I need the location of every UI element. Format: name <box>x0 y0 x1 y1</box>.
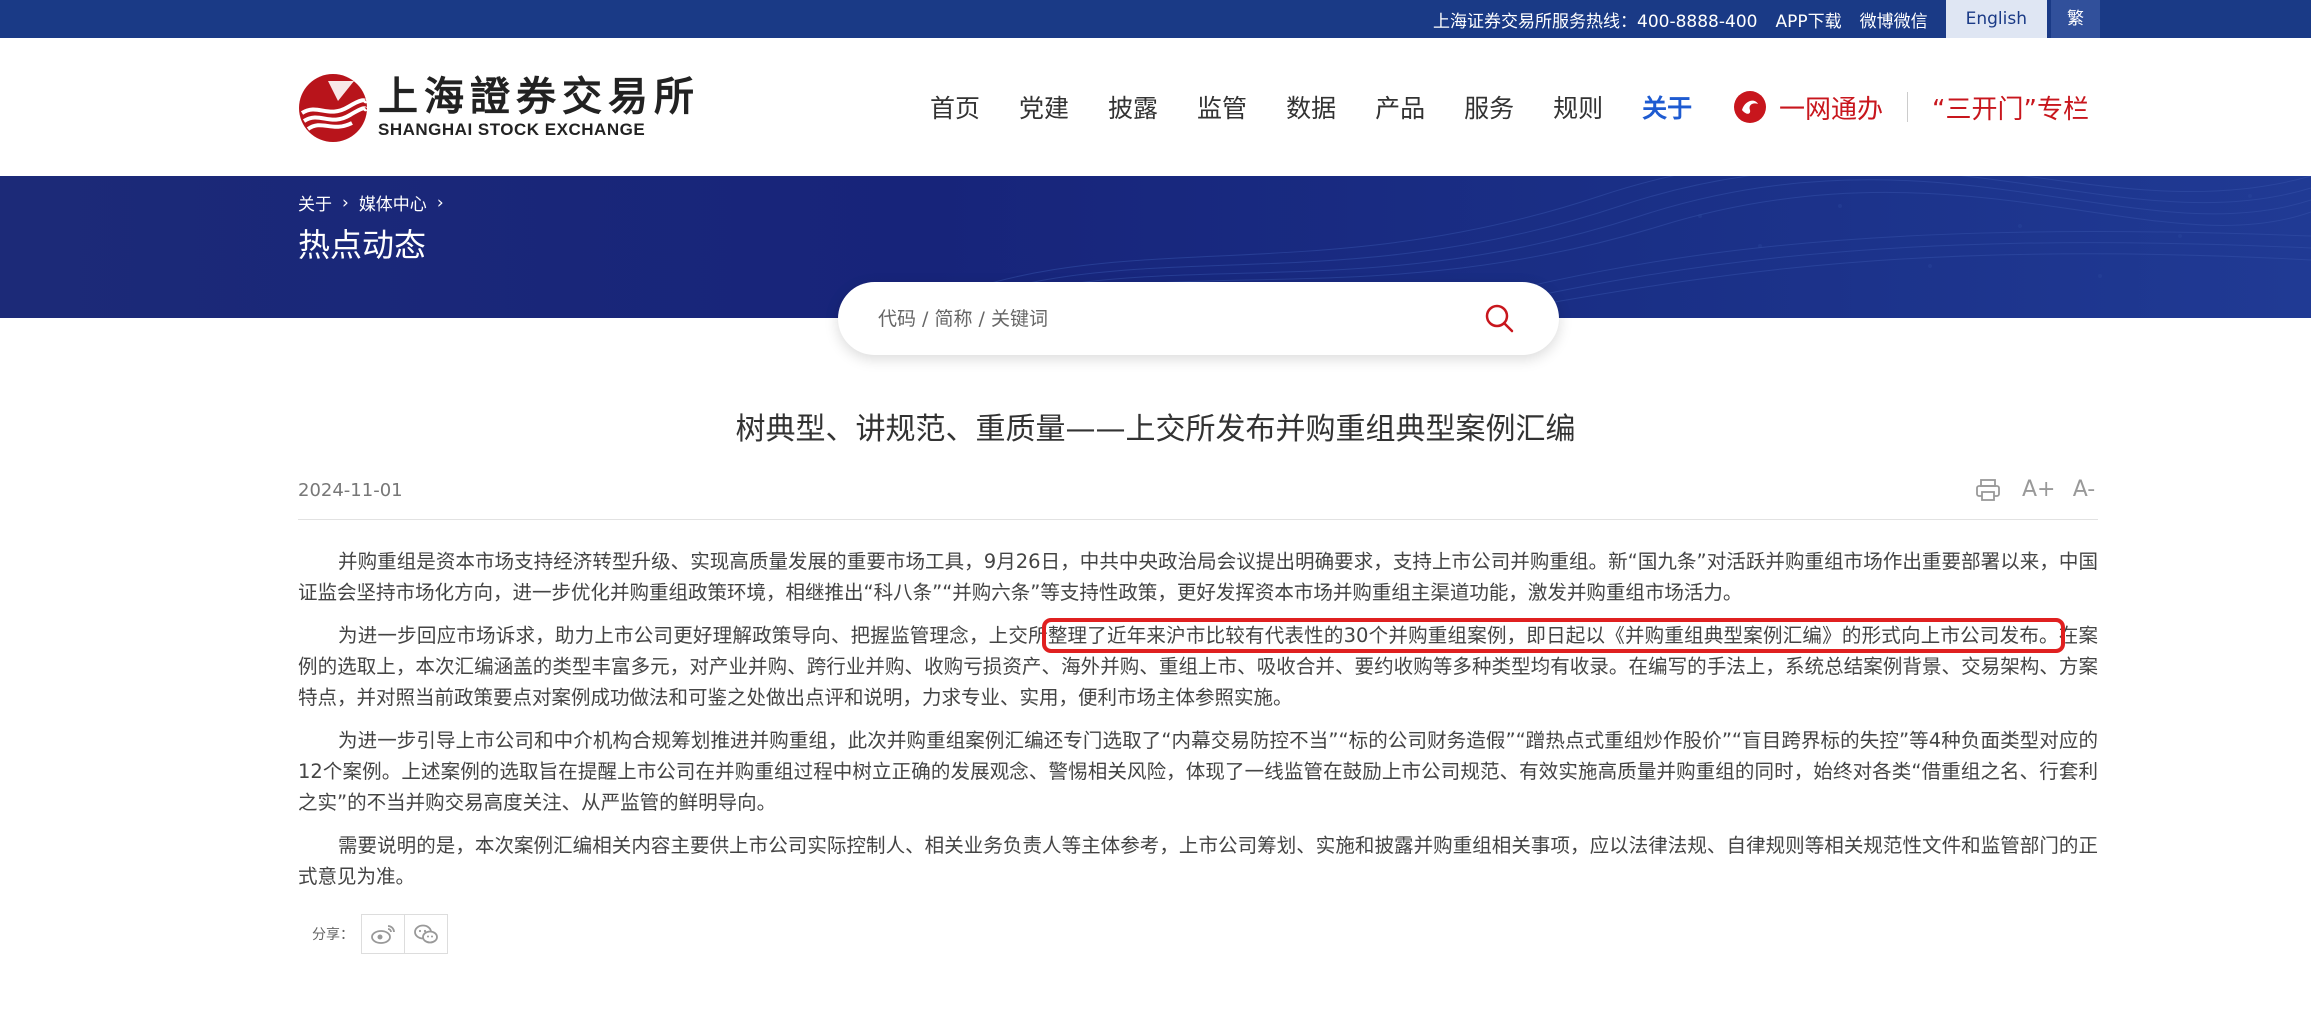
search-input[interactable] <box>878 307 1458 330</box>
font-increase-icon[interactable]: A+ <box>2022 476 2055 504</box>
search-icon[interactable] <box>1483 302 1515 334</box>
sankaimen-column-link[interactable]: “三开门”专栏 <box>1932 89 2089 126</box>
yiwang-label: 一网通办 <box>1779 94 1884 125</box>
article-body: 并购重组是资本市场支持经济转型升级、实现高质量发展的重要市场工具，9月26日，中… <box>298 546 2098 904</box>
yiwang-swirl-icon <box>1734 91 1767 123</box>
english-language-button[interactable]: English <box>1945 0 2047 38</box>
nav-item-party[interactable]: 党建 <box>1019 89 1069 125</box>
site-header: 上海證券交易所 SHANGHAI STOCK EXCHANGE 首页 党建 披露… <box>0 38 2311 176</box>
chevron-right-icon: › <box>436 192 444 213</box>
sse-emblem-icon <box>299 74 368 142</box>
weibo-weixin-link[interactable]: 微博微信 <box>1860 7 1928 32</box>
article-tools: A+ A- <box>1954 476 2098 504</box>
paragraph-2-lead: 为进一步回应市场诉求，助力上市公司更好理解政策导向、把握监管理念，上交所 <box>338 624 1048 647</box>
nav-item-data[interactable]: 数据 <box>1286 89 1336 125</box>
article-paragraph-4: 需要说明的是，本次案例汇编相关内容主要供上市公司实际控制人、相关业务负责人等主体… <box>298 834 2098 888</box>
weibo-icon <box>371 925 395 944</box>
breadcrumb-about[interactable]: 关于 <box>298 190 332 215</box>
article-paragraph-3: 为进一步引导上市公司和中介机构合规筹划推进并购重组，此次并购重组案例汇编还专门选… <box>298 729 2098 814</box>
wechat-share-button[interactable] <box>404 914 448 954</box>
search-box <box>838 282 1559 355</box>
breadcrumb: 关于 › 媒体中心 › <box>298 190 454 216</box>
header-divider <box>1907 92 1909 122</box>
nav-item-products[interactable]: 产品 <box>1375 89 1425 125</box>
article-paragraph-1: 并购重组是资本市场支持经济转型升级、实现高质量发展的重要市场工具，9月26日，中… <box>298 550 2098 604</box>
article-title: 树典型、讲规范、重质量——上交所发布并购重组典型案例汇编 <box>735 412 1576 447</box>
chevron-right-icon: › <box>342 192 349 213</box>
article-meta: 2024-11-01 A+ A- <box>298 472 2098 520</box>
publish-date: 2024-11-01 <box>298 480 403 501</box>
yiwang-tongban-link[interactable]: 一网通办 <box>1733 89 1883 126</box>
page-title: 热点动态 <box>298 226 427 264</box>
nav-item-home[interactable]: 首页 <box>930 89 980 125</box>
share-bar: 分享： <box>312 914 448 954</box>
logo-english-name: SHANGHAI STOCK EXCHANGE <box>378 120 646 139</box>
service-hotline: 上海证券交易所服务热线：400-8888-400 <box>1433 11 1758 32</box>
top-bar: 上海证券交易所服务热线：400-8888-400 APP下载 微博微信 Engl… <box>0 0 2311 38</box>
sse-logo[interactable]: 上海證券交易所 SHANGHAI STOCK EXCHANGE <box>298 72 700 144</box>
logo-chinese-name: 上海證券交易所 <box>378 73 700 120</box>
nav-item-regulation[interactable]: 监管 <box>1197 89 1247 125</box>
traditional-chinese-button[interactable]: 繁 <box>2051 0 2100 38</box>
main-nav: 首页 党建 披露 监管 数据 产品 服务 规则 关于 <box>930 38 1731 176</box>
article-paragraph-2: 为进一步回应市场诉求，助力上市公司更好理解政策导向、把握监管理念，上交所整理了近… <box>298 618 2098 713</box>
breadcrumb-media-center[interactable]: 媒体中心 <box>359 190 427 215</box>
nav-item-disclosure[interactable]: 披露 <box>1108 89 1158 125</box>
font-decrease-icon[interactable]: A- <box>2070 476 2098 504</box>
share-label: 分享： <box>312 927 354 943</box>
print-icon[interactable] <box>1974 476 2002 504</box>
weibo-share-button[interactable] <box>361 914 405 954</box>
nav-item-about[interactable]: 关于 <box>1642 89 1692 125</box>
wechat-icon <box>414 924 438 944</box>
nav-item-rules[interactable]: 规则 <box>1553 89 1603 125</box>
nav-item-services[interactable]: 服务 <box>1464 89 1514 125</box>
highlighted-sentence: 整理了近年来沪市比较有代表性的30个并购重组案例，即日起以《并购重组典型案例汇编… <box>1041 618 2065 653</box>
app-download-link[interactable]: APP下载 <box>1775 7 1841 32</box>
